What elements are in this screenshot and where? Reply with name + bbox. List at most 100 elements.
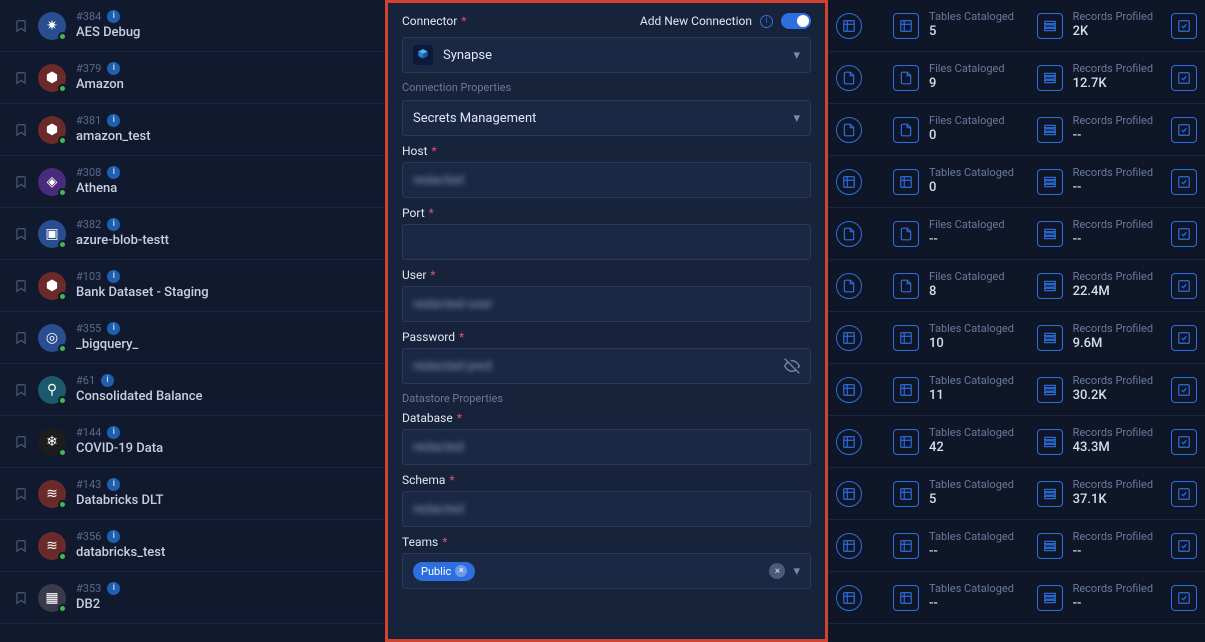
datastore-icon: ▦ [38,584,66,612]
datastore-item[interactable]: ⬢ #381 i amazon_test [0,104,385,156]
check-icon [1171,585,1197,611]
datastore-icon: ⬢ [38,116,66,144]
secrets-management-select[interactable]: Secrets Management ▾ [402,100,811,136]
teams-label: Teams* [402,535,811,549]
info-badge-icon[interactable]: i [107,114,120,127]
stats-row: Files Cataloged 9 Records Profiled 12.7K [828,52,1205,104]
info-badge-icon[interactable]: i [107,426,120,439]
stats-row: Files Cataloged -- Records Profiled -- [828,208,1205,260]
info-badge-icon[interactable]: i [107,530,120,543]
stats-row: Tables Cataloged 5 Records Profiled 2K [828,0,1205,52]
cataloged-value: 11 [929,388,1014,405]
records-icon [1037,377,1063,403]
password-input[interactable]: redacted-pwd [402,348,811,384]
datastore-name: Athena [76,180,371,198]
password-label: Password* [402,330,811,344]
connection-properties-label: Connection Properties [402,81,811,94]
bookmark-icon[interactable] [14,71,28,85]
bookmark-icon[interactable] [14,591,28,605]
datastore-item[interactable]: ◎ #355 i _bigquery_ [0,312,385,364]
profiled-label: Records Profiled [1073,218,1154,232]
host-input[interactable]: redacted [402,162,811,198]
cataloged-label: Files Cataloged [929,270,1005,284]
teams-select[interactable]: Public × × ▾ [402,553,811,589]
schema-input[interactable]: redacted [402,491,811,527]
datastore-item[interactable]: ❄ #144 i COVID-19 Data [0,416,385,468]
connector-select[interactable]: Synapse ▾ [402,37,811,73]
info-badge-icon[interactable]: i [107,270,120,283]
datastore-id: #143 [76,477,101,492]
bookmark-icon[interactable] [14,227,28,241]
info-badge-icon[interactable]: i [107,478,120,491]
bookmark-icon[interactable] [14,487,28,501]
bookmark-icon[interactable] [14,279,28,293]
bookmark-icon[interactable] [14,539,28,553]
datastore-item[interactable]: ⚲ #61 i Consolidated Balance [0,364,385,416]
table-icon [893,533,919,559]
datastore-item[interactable]: ⬢ #379 i Amazon [0,52,385,104]
datastore-item[interactable]: ▣ #382 i azure-blob-testt [0,208,385,260]
profiled-label: Records Profiled [1073,10,1154,24]
profiled-label: Records Profiled [1073,322,1154,336]
info-badge-icon[interactable]: i [101,374,114,387]
datastore-name: AES Debug [76,24,371,42]
bookmark-icon[interactable] [14,175,28,189]
table-icon [893,325,919,351]
table-icon [893,169,919,195]
profiled-value: -- [1073,128,1154,145]
info-badge-icon[interactable]: i [107,166,120,179]
info-badge-icon[interactable]: i [107,62,120,75]
datastore-item[interactable]: ≋ #356 i databricks_test [0,520,385,572]
datastore-icon: ✷ [38,12,66,40]
datastore-item[interactable]: ≋ #143 i Databricks DLT [0,468,385,520]
bookmark-icon[interactable] [14,383,28,397]
datastore-icon: ◎ [38,324,66,352]
add-connection-toggle[interactable] [781,13,811,29]
add-new-connection-label: Add New Connection [640,14,752,28]
datastore-id: #382 [76,217,101,232]
stats-row: Tables Cataloged 42 Records Profiled 43.… [828,416,1205,468]
profiled-label: Records Profiled [1073,426,1154,440]
records-icon [1037,169,1063,195]
info-badge-icon[interactable]: i [107,582,120,595]
chevron-down-icon: ▾ [793,48,800,63]
records-icon [1037,273,1063,299]
datastore-id: #308 [76,165,101,180]
status-dot [58,448,67,457]
info-icon[interactable]: i [760,15,773,28]
profiled-label: Records Profiled [1073,374,1154,388]
records-icon [1037,13,1063,39]
port-input[interactable] [402,224,811,260]
remove-chip-icon[interactable]: × [455,565,467,577]
records-icon [1037,585,1063,611]
clear-teams-icon[interactable]: × [769,563,785,579]
datastore-item[interactable]: ✷ #384 i AES Debug [0,0,385,52]
datastore-item[interactable]: ▦ #353 i DB2 [0,572,385,624]
database-input[interactable]: redacted [402,429,811,465]
eye-off-icon[interactable] [784,358,800,374]
context-icon [836,377,862,403]
info-badge-icon[interactable]: i [107,10,120,23]
cataloged-label: Files Cataloged [929,62,1005,76]
profiled-value: 12.7K [1073,76,1154,93]
bookmark-icon[interactable] [14,123,28,137]
bookmark-icon[interactable] [14,331,28,345]
datastore-name: _bigquery_ [76,336,371,354]
bookmark-icon[interactable] [14,435,28,449]
file-icon [893,273,919,299]
table-icon [893,429,919,455]
datastore-item[interactable]: ⬢ #103 i Bank Dataset - Staging [0,260,385,312]
info-badge-icon[interactable]: i [107,322,120,335]
user-input[interactable]: redacted-user [402,286,811,322]
datastore-id: #381 [76,113,101,128]
datastore-name: Consolidated Balance [76,388,371,406]
bookmark-icon[interactable] [14,19,28,33]
datastore-item[interactable]: ◈ #308 i Athena [0,156,385,208]
connection-form: Connector* Add New Connection i Synapse … [385,0,828,642]
table-icon [893,377,919,403]
team-chip[interactable]: Public × [413,562,475,581]
check-icon [1171,429,1197,455]
datastore-name: Databricks DLT [76,492,371,510]
cataloged-label: Tables Cataloged [929,582,1014,596]
info-badge-icon[interactable]: i [107,218,120,231]
